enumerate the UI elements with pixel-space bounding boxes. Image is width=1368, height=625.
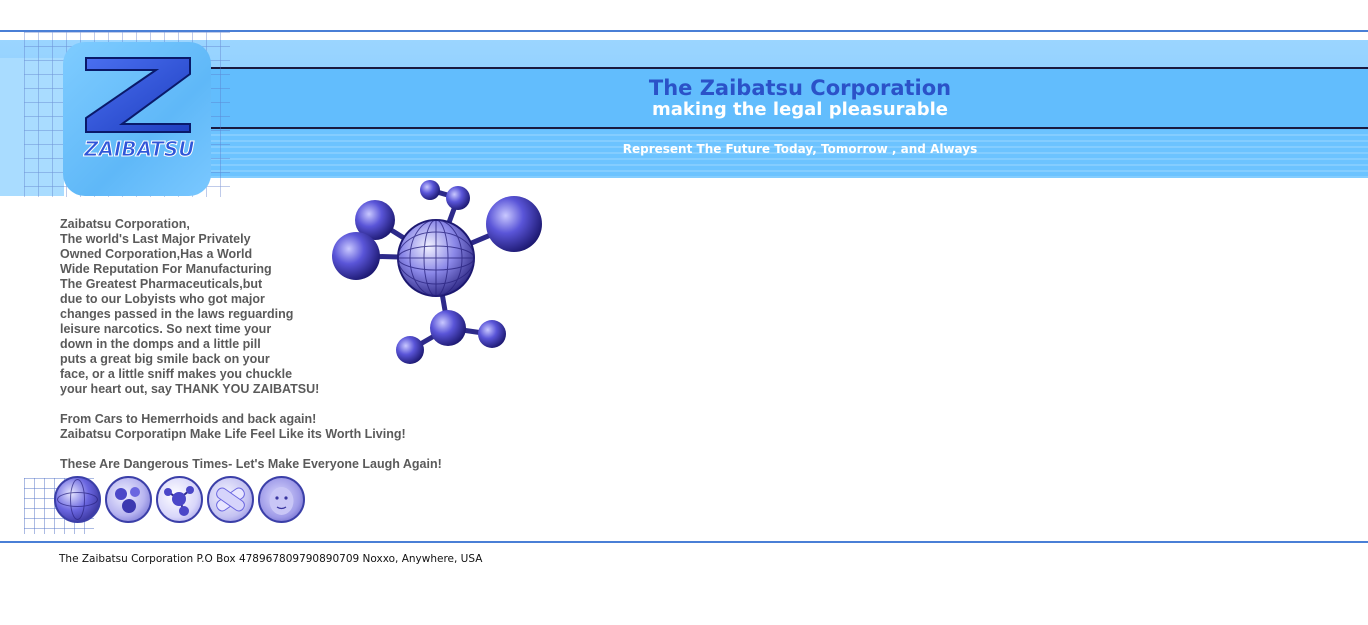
page: ZAIBATSU The Zaibatsu Corporation making… xyxy=(0,0,1368,625)
intro-text: Zaibatsu Corporation, The world's Last M… xyxy=(60,217,480,472)
closing-line: These Are Dangerous Times- Let's Make Ev… xyxy=(60,457,442,471)
pills-icon[interactable] xyxy=(105,476,152,523)
site-motto: Represent The Future Today, Tomorrow , a… xyxy=(622,142,978,156)
bottom-divider xyxy=(0,541,1368,543)
baby-face-icon[interactable] xyxy=(258,476,305,523)
logo-wordmark: ZAIBATSU xyxy=(84,137,196,162)
bandage-icon[interactable] xyxy=(207,476,254,523)
molecule-icon[interactable] xyxy=(156,476,203,523)
globe-icon[interactable] xyxy=(54,476,101,523)
footer-address: The Zaibatsu Corporation P.O Box 4789678… xyxy=(59,553,483,565)
slogan-line: From Cars to Hemerrhoids and back again! xyxy=(60,412,317,426)
icon-nav-row xyxy=(54,476,314,526)
site-title: The Zaibatsu Corporation xyxy=(648,76,952,100)
header-banner: ZAIBATSU The Zaibatsu Corporation making… xyxy=(0,32,1368,197)
site-tagline: making the legal pleasurable xyxy=(652,99,948,120)
slogan-line: Zaibatsu Corporatipn Make Life Feel Like… xyxy=(60,427,406,441)
